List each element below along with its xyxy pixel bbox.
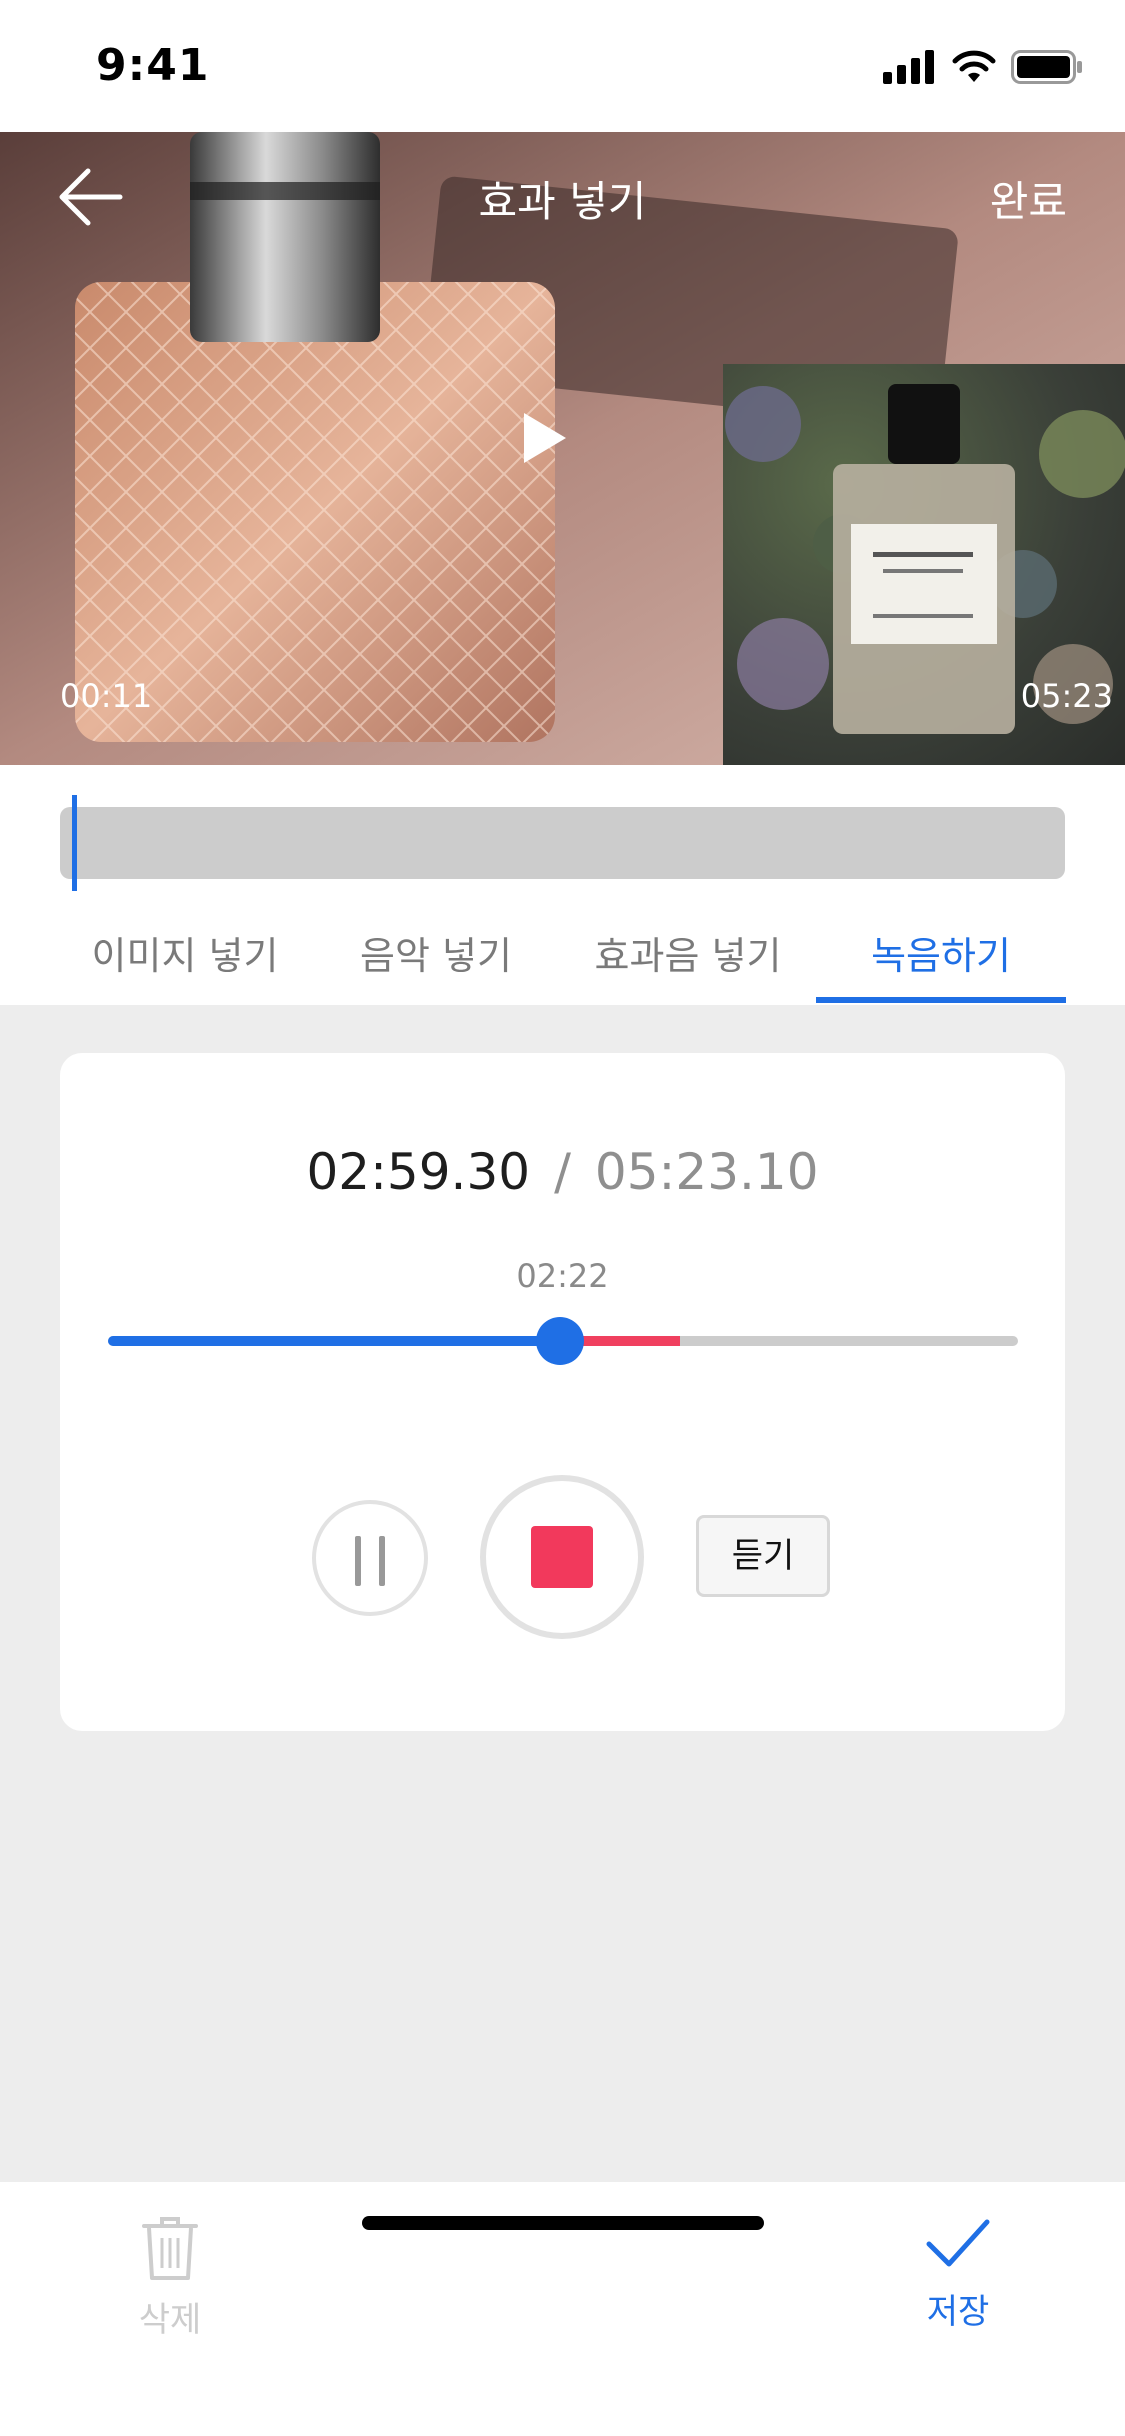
pause-icon [355, 1536, 361, 1586]
save-button[interactable]: 저장 [918, 2214, 998, 2333]
status-icons [883, 50, 1083, 84]
video-preview[interactable]: 05:23 효과 넣기 완료 00:11 [0, 132, 1125, 765]
delete-label: 삭제 [138, 2300, 202, 2340]
checkmark-icon [926, 2219, 990, 2267]
trash-icon [142, 2217, 198, 2280]
timeline-track[interactable] [60, 807, 1065, 879]
time-separator: / [554, 1143, 571, 1201]
timeline-area: 이미지 넣기 음악 넣기 효과음 넣기 녹음하기 [0, 765, 1125, 1005]
signal-icon [883, 50, 934, 84]
recording-current-time: 02:59.30 [306, 1143, 531, 1201]
tab-insert-music[interactable]: 음악 넣기 [336, 925, 536, 980]
slider-played-segment [108, 1336, 560, 1346]
home-indicator [362, 2216, 764, 2230]
tab-insert-sound-effect[interactable]: 효과음 넣기 [568, 925, 808, 980]
recording-time-readout: 02:59.30 / 05:23.10 [60, 1143, 1065, 1201]
listen-button[interactable]: 듣기 [696, 1515, 830, 1597]
slider-thumb[interactable] [536, 1317, 584, 1365]
delete-button[interactable]: 삭제 [130, 2214, 210, 2341]
save-label: 저장 [926, 2292, 990, 2332]
slider-position-label: 02:22 [516, 1257, 609, 1295]
overlay-thumbnail[interactable]: 05:23 [723, 364, 1125, 765]
play-icon[interactable] [520, 410, 570, 466]
top-bar: 효과 넣기 완료 [0, 132, 1125, 262]
video-current-time: 00:11 [60, 677, 153, 715]
page-title: 효과 넣기 [478, 177, 647, 226]
timeline-playhead[interactable] [72, 795, 77, 891]
tab-recording[interactable]: 녹음하기 [816, 925, 1066, 980]
recording-panel: 02:59.30 / 05:23.10 02:22 듣기 [60, 1053, 1065, 1731]
battery-icon [1011, 50, 1082, 84]
stop-icon [531, 1526, 593, 1588]
stop-record-button[interactable] [480, 1475, 644, 1639]
pause-button[interactable] [312, 1500, 428, 1616]
recording-total-time: 05:23.10 [594, 1143, 819, 1201]
done-button[interactable]: 완료 [990, 168, 1067, 229]
status-time: 9:41 [96, 40, 210, 91]
tab-insert-image[interactable]: 이미지 넣기 [60, 925, 310, 980]
status-bar: 9:41 [0, 0, 1125, 132]
wifi-icon [952, 50, 996, 82]
tab-bar: 이미지 넣기 음악 넣기 효과음 넣기 녹음하기 [0, 925, 1125, 1005]
thumbnail-duration: 05:23 [1020, 677, 1113, 715]
pause-icon-bar [379, 1536, 385, 1586]
active-tab-indicator [816, 997, 1066, 1003]
